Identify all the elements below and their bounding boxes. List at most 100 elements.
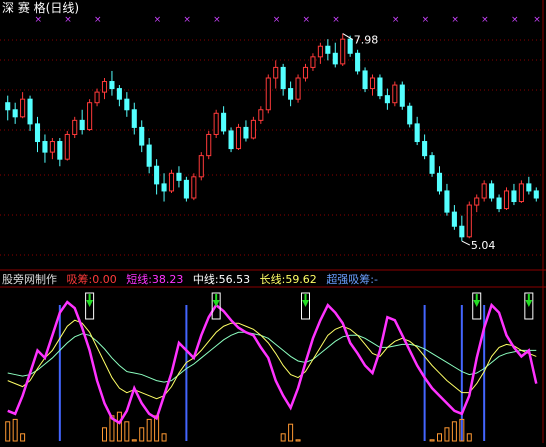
candle-body [131,109,137,128]
top-marker: × [533,15,541,25]
candle-body [444,190,450,213]
candle-body [436,172,443,192]
candle-body [79,119,85,131]
accumulation-bar [5,421,11,442]
candle-body [34,123,41,143]
candle-body [109,81,115,90]
accumulation-bar [466,433,472,442]
indicator-header: 股旁网制作 吸筹:0.00 短线:38.23 中线:56.53 长线:59.62… [2,273,384,287]
low-pointer [461,240,471,246]
candle-body [5,102,11,111]
candle-body [414,123,420,143]
accumulation-bar [429,439,435,442]
high-price-label: 7.98 [354,34,379,47]
candle-body [124,98,130,111]
candle-body [533,190,539,199]
chart-canvas[interactable]: × × × × × × × × × × × × × × × 7.98 5.04 [0,0,546,443]
accumulation-bar [288,423,294,442]
candle-body [161,183,167,192]
indicator-short-line: 短线:38.23 [126,273,184,286]
candle-body [72,119,78,135]
accumulation-bar [116,411,122,442]
signal-arrow [525,300,533,307]
candle-body [466,204,472,238]
candle-body [511,190,517,203]
accumulation-bar [280,433,286,442]
accumulation-bar [146,418,152,442]
accumulation-bar [451,421,457,442]
candle-body [168,172,175,192]
period-label: (日线) [45,1,80,15]
candle-body [340,38,346,65]
candle-body [288,88,294,100]
accumulation-bar [161,433,167,442]
candle-body [302,66,309,79]
candle-body [258,109,264,121]
top-marker: × [64,15,72,25]
mid-line-series [7,319,537,400]
accumulation-bar [139,427,145,442]
candle-body [12,109,18,118]
top-marker: × [511,15,519,25]
top-marker: × [94,15,102,25]
candle-body [273,66,279,79]
accumulation-bar [131,439,137,442]
top-marker: × [273,15,281,25]
chart-window: × × × × × × × × × × × × × × × 7.98 5.04 深 赛 格(日线) 股旁网制作 … [0,0,546,443]
candle-body [101,81,108,93]
candle-body [243,126,249,139]
candle-body [503,190,510,210]
candle-body [94,91,100,104]
candle-body [27,98,33,125]
candle-body [332,52,338,65]
low-price-label: 5.04 [471,239,496,252]
candle-body [369,77,376,90]
candle-body [235,126,242,150]
candle-body [250,119,256,139]
candle-body [176,172,182,181]
candle-body [526,183,532,192]
candle-body [191,176,197,199]
candle-body [399,84,405,107]
candle-body [198,155,204,178]
accumulation-bar [12,418,18,442]
signal-arrow [302,300,309,307]
candle-body [57,141,63,160]
candle-body [64,133,70,160]
indicator-source: 股旁网制作 [2,273,57,286]
indicator-long-line: 长线:59.62 [259,273,317,286]
accumulation-bar [102,427,107,442]
signal-arrow [473,300,481,307]
indicator-xichou: 吸筹:0.00 [66,273,117,286]
candle-body [183,179,189,199]
candle-body [496,197,502,210]
candle-body [362,70,368,90]
top-marker: × [183,15,191,25]
top-marker: × [154,15,162,25]
candle-body [265,77,271,111]
candle-body [347,38,353,54]
candle-body [355,52,361,72]
candle-body [49,141,55,153]
stock-name: 深 赛 格 [2,1,46,15]
accumulation-bar [20,433,26,442]
candle-body [20,98,26,118]
top-marker: × [332,15,340,25]
short-line-series [7,300,538,425]
accumulation-bar [295,439,301,442]
candle-body [221,112,227,132]
candle-body [459,225,465,238]
top-marker: × [213,15,221,25]
candle-body [206,133,212,157]
candle-body [139,126,145,146]
candle-body [489,183,495,199]
candle-body [325,45,331,54]
candle-body [407,105,413,125]
candle-body [154,165,160,185]
indicator-mid-line: 中线:56.53 [192,273,251,286]
top-marker: × [35,15,43,25]
candle-body [87,102,93,131]
top-marker: × [303,15,311,25]
candle-body [213,112,219,135]
candle-body [317,45,323,58]
